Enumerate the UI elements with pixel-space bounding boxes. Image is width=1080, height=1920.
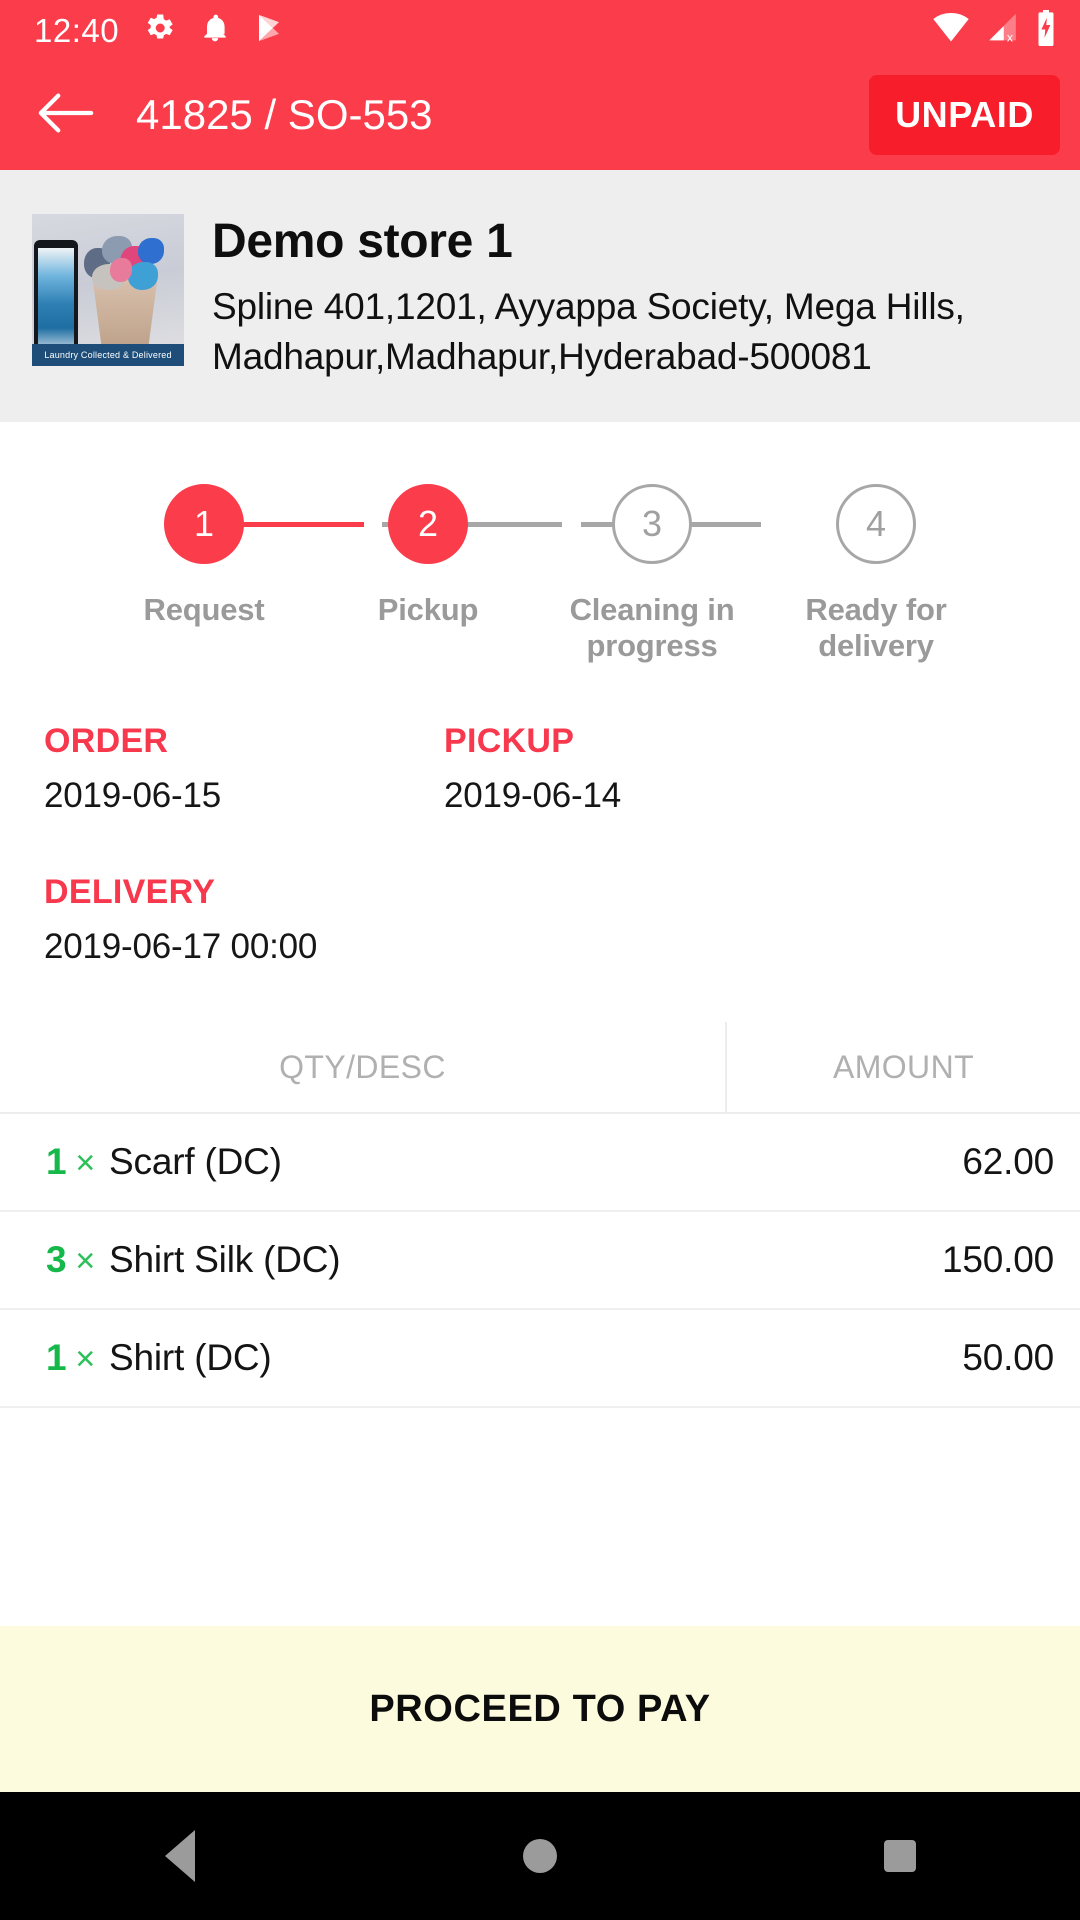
nav-recents-button[interactable] [820,1792,980,1920]
delivery-date-label: DELIVERY [44,873,216,912]
stepper-label-2: Pickup [377,592,479,628]
table-row[interactable]: 3 × Shirt Silk (DC) 150.00 [0,1212,1080,1311]
item-qty-desc: 1 × Scarf (DC) [46,1141,962,1183]
nav-home-button[interactable] [460,1792,620,1920]
status-bar-left: 12:40 [34,10,285,51]
stepper-label-1: Request [143,592,265,628]
stepper-step-pickup[interactable]: 2 Pickup [328,484,528,664]
multiply-icon: × [75,1340,96,1379]
stepper-circle-1: 1 [164,484,244,565]
item-qty-desc: 3 × Shirt Silk (DC) [46,1239,942,1281]
item-amount: 50.00 [962,1337,1054,1379]
table-row[interactable]: 1 × Scarf (DC) 62.00 [0,1114,1080,1213]
status-bar-right: x [932,9,1058,51]
item-amount: 150.00 [942,1239,1054,1281]
column-header-amount: AMOUNT [832,1048,975,1085]
proceed-to-pay-label: PROCEED TO PAY [369,1687,711,1730]
android-navigation-bar [0,1792,1080,1920]
pickup-date-label: PICKUP [444,722,575,761]
column-header-qty-desc: QTY/DESC [0,1022,727,1113]
page-title: 41825 / SO-553 [136,91,433,138]
item-quantity: 1 [46,1141,67,1183]
status-bar: 12:40 x [0,0,1080,60]
store-name: Demo store 1 [212,215,513,268]
store-address: Spline 401,1201, Ayyappa Society, Mega H… [212,285,965,378]
item-amount: 62.00 [962,1141,1054,1183]
order-date-value: 2019-06-15 [44,776,222,816]
order-detail-screen: 12:40 x 41825 / SO-553 UNPAID Laundry Co… [0,0,1080,1920]
stepper-step-cleaning[interactable]: 3 Cleaning in progress [552,484,752,664]
store-card: Laundry Collected & Delivered Demo store… [0,170,1080,423]
app-bar: 41825 / SO-553 UNPAID [0,60,1080,170]
status-time: 12:40 [34,11,120,49]
store-info: Demo store 1 Spline 401,1201, Ayyappa So… [212,214,1046,382]
item-description: Shirt Silk (DC) [109,1239,341,1281]
date-row-bottom: DELIVERY 2019-06-17 00:00 [44,875,1036,964]
pickup-date-value: 2019-06-14 [444,776,622,816]
back-button[interactable] [34,83,98,147]
item-description: Shirt (DC) [109,1337,272,1379]
play-store-icon [253,10,285,51]
table-header-row: QTY/DESC AMOUNT [0,1022,1080,1115]
back-triangle-icon [165,1830,195,1882]
stepper-label-4: Ready for delivery [805,592,947,664]
bell-icon [199,10,231,51]
proceed-to-pay-button[interactable]: PROCEED TO PAY [0,1626,1080,1792]
delivery-date-block: DELIVERY 2019-06-17 00:00 [44,875,444,964]
order-progress-stepper: 1 Request 2 Pickup 3 Cleaning in progres… [0,484,1080,664]
arrow-left-icon [37,91,95,140]
pickup-date-block: PICKUP 2019-06-14 [444,724,844,813]
stepper-circle-2: 2 [388,484,468,565]
gear-icon [141,10,177,51]
item-quantity: 3 [46,1239,67,1281]
order-dates-section: ORDER 2019-06-15 PICKUP 2019-06-14 DELIV… [0,664,1080,964]
nav-back-button[interactable] [100,1792,260,1920]
table-row[interactable]: 1 × Shirt (DC) 50.00 [0,1310,1080,1409]
stepper-step-ready[interactable]: 4 Ready for delivery [776,484,976,664]
order-progress-section: 1 Request 2 Pickup 3 Cleaning in progres… [0,422,1080,664]
store-thumbnail: Laundry Collected & Delivered [32,214,184,366]
stepper-circle-3: 3 [612,484,692,565]
item-qty-desc: 1 × Shirt (DC) [46,1337,962,1379]
recents-square-icon [884,1840,916,1872]
wifi-icon [932,12,970,49]
thumbnail-caption: Laundry Collected & Delivered [32,344,184,366]
date-row-top: ORDER 2019-06-15 PICKUP 2019-06-14 [44,724,1036,813]
item-description: Scarf (DC) [109,1141,282,1183]
home-circle-icon [523,1839,557,1873]
item-quantity: 1 [46,1337,67,1379]
order-date-label: ORDER [44,722,169,761]
multiply-icon: × [75,1144,96,1183]
order-date-block: ORDER 2019-06-15 [44,724,444,813]
stepper-step-request[interactable]: 1 Request [104,484,304,664]
svg-text:x: x [1007,30,1013,43]
multiply-icon: × [75,1242,96,1281]
thumbnail-clothes-graphic [80,232,172,290]
battery-charging-icon [1034,9,1058,51]
stepper-label-3: Cleaning in progress [569,592,735,664]
cellular-no-signal-icon: x [984,12,1020,49]
payment-status-badge[interactable]: UNPAID [869,75,1060,155]
stepper-circle-4: 4 [836,484,916,565]
delivery-date-value: 2019-06-17 00:00 [44,927,318,967]
